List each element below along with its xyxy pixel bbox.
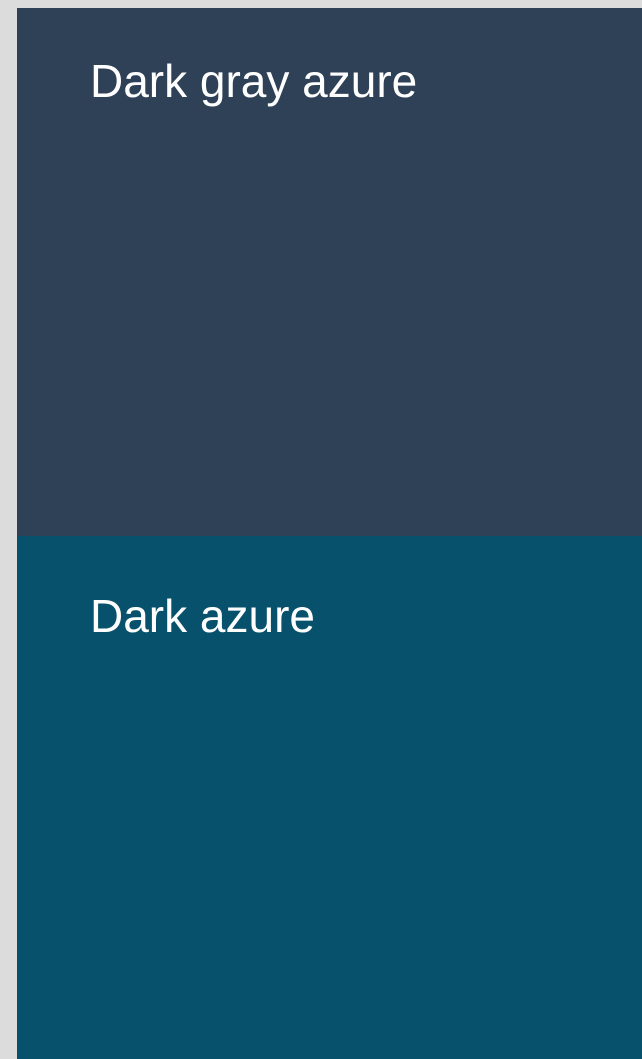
- color-swatch-dark-gray-azure: Dark gray azure: [17, 8, 642, 536]
- swatch-label: Dark azure: [90, 590, 315, 642]
- swatch-label: Dark gray azure: [90, 55, 418, 107]
- color-swatch-dark-azure: Dark azure: [17, 536, 642, 1059]
